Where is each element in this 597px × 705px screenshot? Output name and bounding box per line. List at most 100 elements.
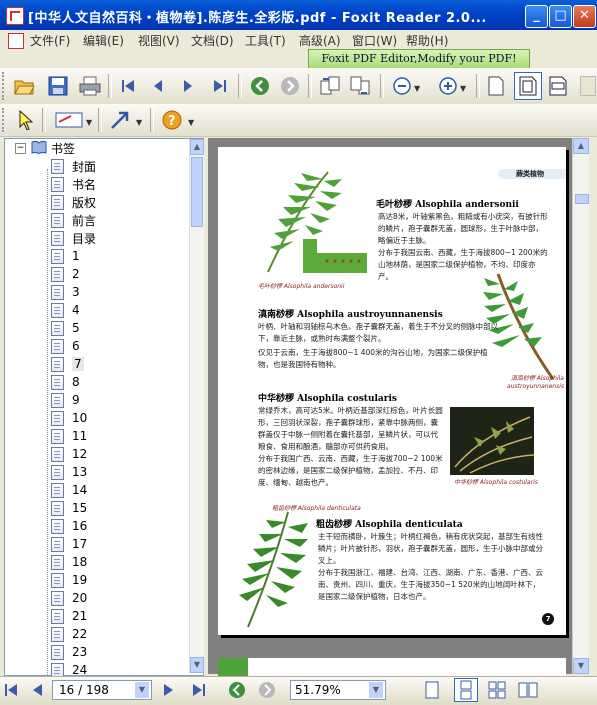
- rotate-left-icon[interactable]: [318, 74, 342, 98]
- annotation-icon[interactable]: [54, 108, 84, 132]
- first-page-icon[interactable]: [4, 683, 18, 700]
- single-page-icon[interactable]: [484, 74, 508, 98]
- bookmark-item[interactable]: 3: [51, 283, 80, 301]
- open-folder-icon[interactable]: [12, 74, 36, 98]
- scroll-down-arrow[interactable]: ▼: [573, 658, 589, 674]
- collapse-toggle[interactable]: −: [15, 143, 26, 154]
- menu-window[interactable]: 窗口(W): [352, 32, 397, 49]
- continuous-layout-icon[interactable]: [454, 678, 478, 702]
- bookmark-item[interactable]: 21: [51, 607, 87, 625]
- print-icon[interactable]: [78, 74, 102, 98]
- first-page-icon[interactable]: [116, 74, 140, 98]
- bookmark-item[interactable]: 14: [51, 481, 87, 499]
- bookmark-item[interactable]: 16: [51, 517, 87, 535]
- chevron-down-icon[interactable]: ▼: [135, 682, 149, 698]
- bookmark-item[interactable]: 版权: [51, 193, 96, 211]
- save-icon[interactable]: [46, 74, 70, 98]
- bookmark-scrollbar[interactable]: ▲ ▼: [189, 139, 204, 673]
- bookmark-item[interactable]: 4: [51, 301, 80, 319]
- last-page-icon[interactable]: [192, 683, 206, 700]
- zoom-out-icon[interactable]: [390, 74, 414, 98]
- facing-layout-icon[interactable]: [488, 681, 506, 702]
- back-icon[interactable]: [248, 74, 272, 98]
- bookmark-item[interactable]: 18: [51, 553, 87, 571]
- close-button[interactable]: ✕: [573, 5, 596, 28]
- bookmark-item[interactable]: 20: [51, 589, 87, 607]
- menu-tools[interactable]: 工具(T): [245, 32, 286, 49]
- forward-icon[interactable]: [278, 74, 302, 98]
- bookmark-item[interactable]: 7: [51, 355, 84, 373]
- doc-menu-icon[interactable]: [8, 33, 24, 49]
- bookmark-item[interactable]: 22: [51, 625, 87, 643]
- next-page-icon[interactable]: [162, 683, 176, 700]
- rotate-right-icon[interactable]: [348, 74, 372, 98]
- bookmark-item[interactable]: 目录: [51, 229, 96, 247]
- menu-document[interactable]: 文档(D): [191, 32, 234, 49]
- bookmark-item[interactable]: 15: [51, 499, 87, 517]
- bookmark-panel[interactable]: − 书签 ▲ ▼ 封面 书名 版权 前言 目录 1 2 3 4 5 6 7 8 9 10 11 12 13 14 15…: [4, 138, 204, 689]
- page-icon: [51, 374, 64, 390]
- bookmark-item[interactable]: 23: [51, 643, 87, 661]
- scroll-down-arrow[interactable]: ▼: [190, 657, 204, 673]
- bookmark-item[interactable]: 8: [51, 373, 80, 391]
- bookmark-item[interactable]: 9: [51, 391, 80, 409]
- scroll-thumb[interactable]: [191, 157, 203, 227]
- scroll-thumb[interactable]: [575, 194, 589, 204]
- bookmark-item[interactable]: 6: [51, 337, 80, 355]
- bookmark-item[interactable]: 17: [51, 535, 87, 553]
- zoom-input[interactable]: 51.79% ▼: [290, 680, 386, 700]
- bookmark-item[interactable]: 2: [51, 265, 80, 283]
- bookmark-item[interactable]: 1: [51, 247, 80, 265]
- fit-page-icon[interactable]: [514, 72, 542, 100]
- menu-advanced[interactable]: 高级(A): [299, 32, 341, 49]
- prev-page-icon[interactable]: [146, 74, 170, 98]
- menu-view[interactable]: 视图(V): [138, 32, 180, 49]
- prev-page-icon[interactable]: [30, 683, 44, 700]
- chevron-down-icon[interactable]: ▼: [136, 118, 142, 127]
- caption-4: 粗齿桫椤 Alsophila denticulata: [272, 505, 361, 512]
- forward-icon[interactable]: [258, 681, 276, 702]
- bookmark-item[interactable]: 19: [51, 571, 87, 589]
- title-bar[interactable]: [中华人文自然百科・植物卷].陈彦生.全彩版.pdf - Foxit Reade…: [0, 0, 597, 30]
- bookmark-label: 10: [72, 411, 88, 425]
- zoom-in-icon[interactable]: [436, 74, 460, 98]
- bookmark-item[interactable]: 前言: [51, 211, 96, 229]
- bookmark-item[interactable]: 12: [51, 445, 87, 463]
- chevron-down-icon[interactable]: ▼: [188, 118, 194, 127]
- chevron-down-icon[interactable]: ▼: [369, 682, 383, 698]
- menu-help[interactable]: 帮助(H): [406, 32, 448, 49]
- select-cursor-icon[interactable]: [14, 108, 38, 132]
- bookmark-item[interactable]: 13: [51, 463, 87, 481]
- scroll-up-arrow[interactable]: ▲: [573, 138, 589, 154]
- last-page-icon[interactable]: [208, 74, 232, 98]
- page-number-input[interactable]: 16 / 198 ▼: [52, 680, 152, 700]
- fit-width-icon[interactable]: [546, 74, 570, 98]
- scroll-up-arrow[interactable]: ▲: [190, 139, 204, 155]
- continuous-facing-layout-icon[interactable]: [518, 681, 538, 702]
- bookmark-item[interactable]: 5: [51, 319, 80, 337]
- menu-edit[interactable]: 编辑(E): [83, 32, 124, 49]
- single-page-layout-icon[interactable]: [424, 681, 440, 702]
- maximize-button[interactable]: □: [549, 5, 572, 28]
- bookmark-item[interactable]: 11: [51, 427, 87, 445]
- arrow-tool-icon[interactable]: [108, 108, 132, 132]
- bookmark-item[interactable]: 封面: [51, 157, 96, 175]
- promo-banner[interactable]: Foxit PDF Editor,Modify your PDF!: [308, 49, 530, 69]
- menu-file[interactable]: 文件(F): [30, 32, 70, 49]
- minimize-button[interactable]: _: [525, 5, 548, 28]
- bookmark-item[interactable]: 书名: [51, 175, 96, 193]
- back-icon[interactable]: [228, 681, 246, 702]
- bookmark-label: 1: [72, 249, 80, 263]
- bookmark-item[interactable]: 10: [51, 409, 87, 427]
- chevron-down-icon[interactable]: ▼: [460, 84, 466, 93]
- caption-1: 毛叶桫椤 Alsophila andersonii: [258, 283, 345, 290]
- toolbar-overflow[interactable]: [580, 76, 596, 96]
- chevron-down-icon[interactable]: ▼: [414, 84, 420, 93]
- bookmark-label: 封面: [72, 159, 97, 174]
- main-toolbar: ▼ ▼: [0, 68, 597, 105]
- next-page-icon[interactable]: [176, 74, 200, 98]
- help-icon[interactable]: ?: [160, 108, 184, 132]
- document-scrollbar[interactable]: ▲ ▼: [572, 138, 589, 674]
- chevron-down-icon[interactable]: ▼: [86, 118, 92, 127]
- bookmark-label: 6: [72, 339, 80, 353]
